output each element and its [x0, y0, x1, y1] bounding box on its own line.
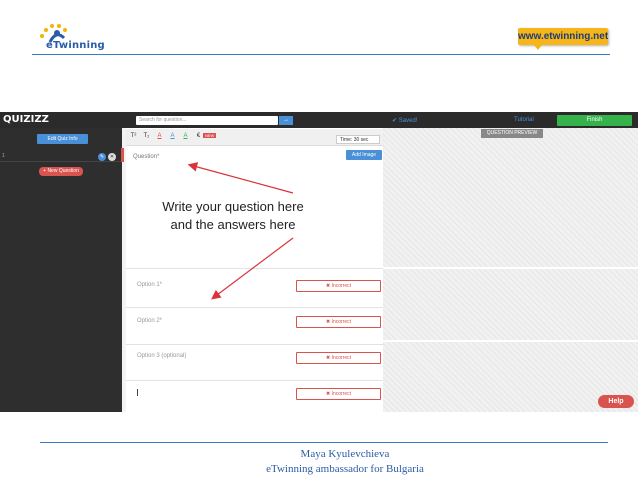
annotation-text: Write your question here and the answers…: [150, 198, 316, 234]
arrow-to-question: [187, 162, 294, 194]
footer-divider: [40, 442, 608, 443]
annotation-line-1: Write your question here: [162, 199, 304, 214]
annotation-arrows: [187, 162, 294, 300]
footer-author-name: Maya Kyulevchieva: [300, 448, 390, 460]
footer-author-role: eTwinning ambassador for Bulgaria: [266, 463, 424, 475]
arrow-to-answers: [211, 237, 294, 300]
footer: Maya Kyulevchieva eTwinning ambassador f…: [200, 447, 490, 477]
annotation-line-2: and the answers here: [170, 217, 296, 232]
